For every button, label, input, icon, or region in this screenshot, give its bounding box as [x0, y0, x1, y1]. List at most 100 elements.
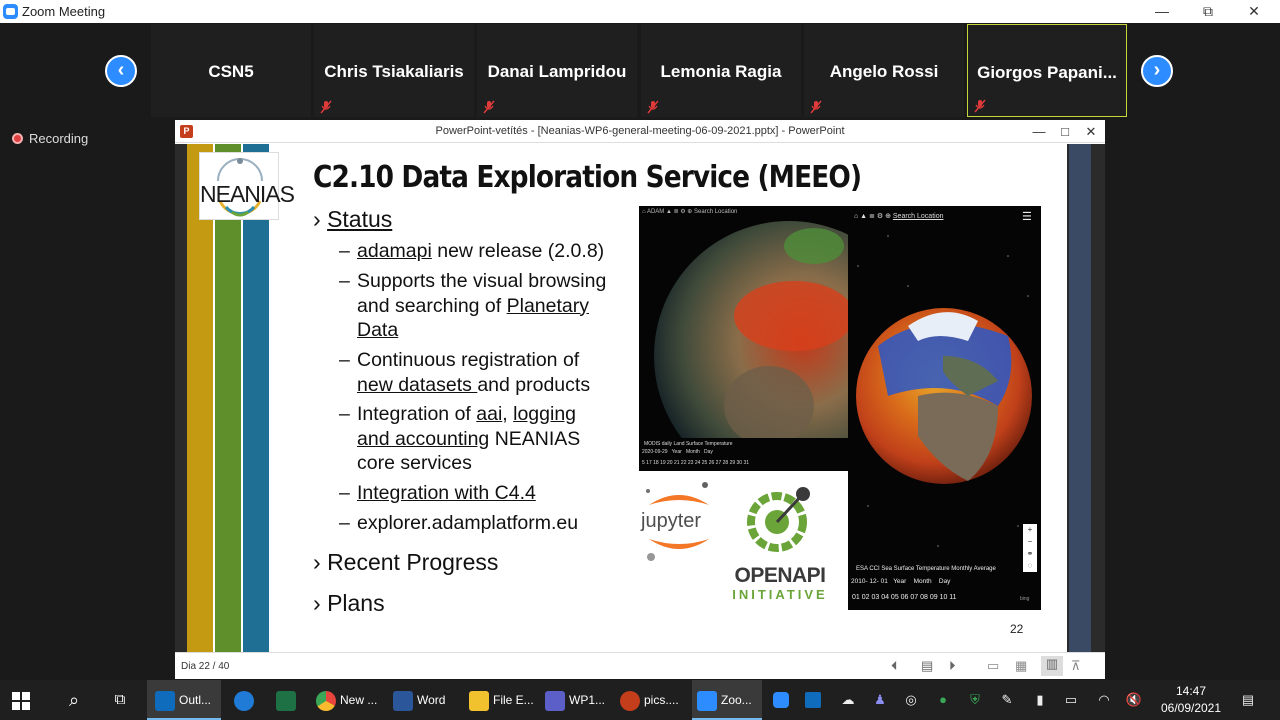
muted-mic-icon [483, 100, 495, 114]
status-link[interactable]: Status [327, 206, 392, 232]
reading-view-icon[interactable]: ▥ [1041, 656, 1063, 676]
participant-name: Giorgos Papani... [977, 63, 1117, 82]
pen-icon[interactable]: ✎ [997, 690, 1017, 710]
task-view-icon[interactable]: ⧉ [108, 680, 132, 720]
slide-counter: Dia 22 / 40 [181, 661, 230, 672]
teams-tray-icon[interactable]: ♟ [870, 690, 890, 710]
taskbar-app-label: Zoo... [721, 693, 752, 707]
new-datasets-link[interactable]: new datasets [357, 374, 477, 396]
decor-stripe [243, 144, 269, 652]
search-icon[interactable]: ⌕ [62, 680, 86, 720]
taskbar-app-edge[interactable] [229, 680, 259, 720]
windows-taskbar: ⌕ ⧉ Outl... New ... Word File E... WP1..… [0, 680, 1280, 720]
taskbar-clock[interactable]: 14:47 06/09/2021 [1152, 683, 1230, 717]
lst-toolbar: ⌂ ADAM ▲ ≣ ⚙ ⊕ Search Location [642, 209, 738, 215]
taskbar-app-zoom[interactable]: Zoo... [692, 680, 762, 720]
taskbar-app-label: New ... [340, 693, 378, 707]
bullet-text: Integration of [357, 403, 477, 425]
ppt-minimize-button[interactable]: — [1026, 120, 1052, 143]
participant-tile[interactable]: Lemonia Ragia [641, 24, 801, 117]
taskbar-app-teams[interactable]: WP1... [540, 680, 610, 720]
minimize-button[interactable]: — [1139, 0, 1185, 23]
menu-icon[interactable]: ☰ [1022, 210, 1032, 223]
record-dot-icon [12, 133, 23, 144]
excel-icon [276, 690, 296, 711]
sst-date: 2010- 12- 01 [851, 578, 888, 585]
volume-muted-icon[interactable]: 🔇 [1124, 690, 1144, 710]
lst-days: 5 17 18 19 20 21 22 23 24 25 26 27 28 29… [642, 460, 750, 466]
plans-text: Plans [327, 590, 385, 616]
zoom-icon [697, 690, 717, 711]
recent-progress-text: Recent Progress [327, 549, 499, 575]
wifi-icon[interactable]: ◠ [1094, 690, 1114, 710]
sub-bullet: – Supports the visual browsing and search… [339, 270, 607, 341]
start-button[interactable] [12, 680, 36, 720]
outlook-tray-icon[interactable] [805, 692, 821, 708]
security-shield-icon[interactable]: ⛨ [965, 690, 985, 710]
sst-legend: ESA CCI Sea Surface Temperature Monthly … [856, 566, 996, 572]
powerpoint-icon [620, 690, 640, 711]
aai-link[interactable]: aai [476, 403, 502, 425]
initiative-text: INITIATIVE [732, 587, 828, 602]
sub-bullet: – explorer.adamplatform.eu [339, 511, 639, 536]
slideshow-icon[interactable]: ⊼ [1071, 658, 1081, 674]
slide-page-number: 22 [1010, 622, 1024, 636]
participant-name: Angelo Rossi [829, 62, 939, 81]
taskbar-app-powerpoint[interactable]: pics.... [615, 680, 687, 720]
sst-toolbar: ⌂ ▲ ≣ ⚙ ⊕ Search Location [854, 213, 944, 220]
sst-search[interactable]: Search Location [893, 213, 944, 220]
slide-right-border [1069, 144, 1091, 652]
previous-participants-button[interactable]: ‹ [105, 55, 137, 87]
participant-name: CSN5 [208, 62, 254, 81]
slide-menu-icon[interactable]: ▤ [921, 658, 933, 674]
normal-view-icon[interactable]: ▭ [987, 658, 999, 674]
openapi-logo-icon [747, 487, 810, 552]
zoom-tray-icon[interactable] [773, 692, 789, 708]
restore-button[interactable]: ⧉ [1185, 0, 1231, 23]
zoom-controls[interactable]: + − ⚭ ◌ [1023, 524, 1037, 572]
onedrive-error-icon[interactable]: ☁ [838, 690, 858, 710]
edge-icon [234, 690, 254, 711]
tab-month: Month [685, 449, 700, 455]
taskbar-app-word[interactable]: Word [388, 680, 456, 720]
integration-c44-link[interactable]: Integration with C4.4 [357, 482, 536, 504]
participant-tile-active-speaker[interactable]: Giorgos Papani... [967, 24, 1127, 117]
participant-tile[interactable]: Danai Lampridou [477, 24, 637, 117]
usb-icon[interactable]: ▮ [1030, 690, 1050, 710]
slide-sorter-icon[interactable]: ▦ [1015, 658, 1027, 674]
taskbar-app-chrome[interactable]: New ... [311, 680, 383, 720]
bullet-text: Continuous registration of [357, 349, 580, 371]
explorer-screenshot-sst: ⌂ ▲ ≣ ⚙ ⊕ Search Location ☰ + − ⚭ ◌ ESA CCI… [848, 206, 1041, 610]
participant-tile[interactable]: Angelo Rossi [804, 24, 964, 117]
taskbar-app-excel[interactable] [271, 680, 301, 720]
next-slide-icon[interactable]: ⏵ [949, 658, 956, 674]
next-participants-button[interactable]: › [1141, 55, 1173, 87]
powerpoint-titlebar: P PowerPoint-vetítés - [Neanias-WP6-gene… [175, 120, 1105, 143]
headset-icon[interactable]: ◎ [901, 690, 921, 710]
taskbar-app-file-explorer[interactable]: File E... [464, 680, 536, 720]
powerpoint-icon: P [180, 125, 193, 138]
taskbar-app-label: Word [417, 693, 446, 707]
chrome-icon [316, 690, 336, 711]
adamapi-link[interactable]: adamapi [357, 240, 432, 262]
battery-icon[interactable]: ▭ [1061, 690, 1081, 710]
participant-tile[interactable]: CSN5 [151, 24, 311, 117]
recording-indicator[interactable]: Recording [12, 131, 88, 146]
sst-months: 01 02 03 04 05 06 07 08 09 10 11 [852, 594, 957, 601]
logo-text: NEANIAS [200, 181, 295, 207]
previous-slide-icon[interactable]: ⏴ [891, 658, 898, 674]
chrome-tray-icon[interactable]: ● [933, 690, 953, 710]
notifications-icon[interactable]: ▤ [1238, 690, 1258, 710]
muted-mic-icon [974, 99, 986, 113]
teams-icon [545, 690, 565, 711]
neanias-logo: NEANIAS [199, 152, 295, 220]
slide: NEANIAS C2.10 Data Exploration Service (… [187, 144, 1067, 652]
ppt-maximize-button[interactable]: □ [1052, 120, 1078, 143]
decor-stripe [215, 144, 241, 652]
muted-mic-icon [647, 100, 659, 114]
close-button[interactable]: ✕ [1231, 0, 1277, 23]
ppt-close-button[interactable]: ✕ [1078, 120, 1104, 143]
taskbar-app-outlook[interactable]: Outl... [147, 680, 221, 720]
participant-tile[interactable]: Chris Tsiakaliaris [314, 24, 474, 117]
tab-day: Day [938, 578, 951, 585]
